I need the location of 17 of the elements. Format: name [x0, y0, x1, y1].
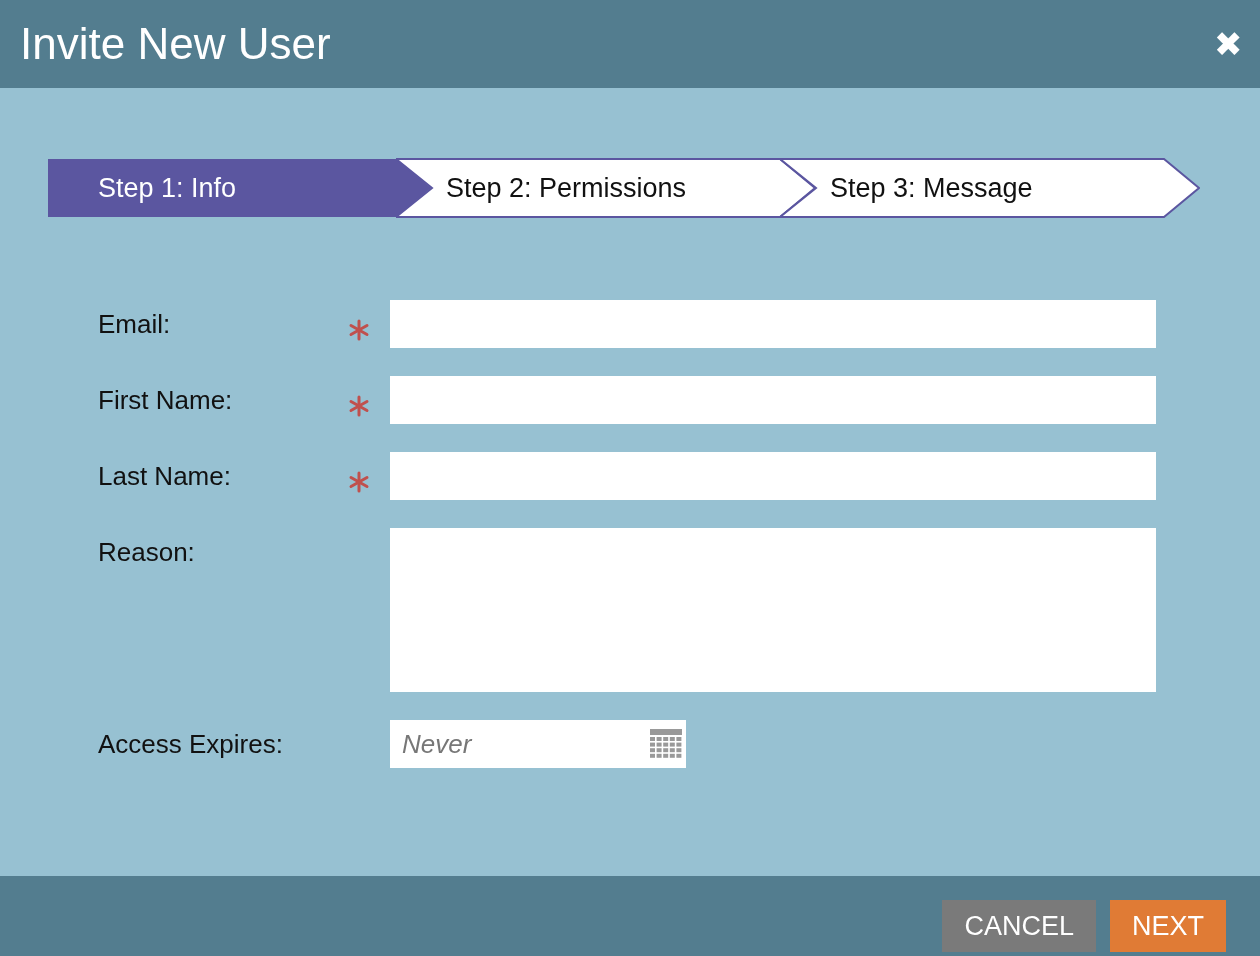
step-tab[interactable]: Step 1: Info	[48, 158, 432, 218]
close-button[interactable]: ✖	[1214, 27, 1242, 61]
field-label: Email:	[98, 308, 172, 341]
field-label: Access Expires:	[98, 728, 284, 761]
dialog-title: Invite New User	[20, 19, 331, 69]
input-field[interactable]	[390, 376, 1156, 424]
calendar-icon[interactable]	[650, 729, 682, 759]
field-label: Reason:	[98, 536, 196, 569]
step-tab[interactable]: Step 3: Message	[780, 158, 1200, 218]
cancel-button[interactable]: CANCEL	[942, 900, 1096, 952]
field-label: Last Name:	[98, 460, 232, 493]
input-field[interactable]	[390, 452, 1156, 500]
step-tab[interactable]: Step 2: Permissions	[396, 158, 816, 218]
field-label: First Name:	[98, 384, 234, 417]
input-field[interactable]	[390, 300, 1156, 348]
input-field[interactable]	[390, 528, 1156, 692]
date-field[interactable]: Never	[390, 720, 686, 768]
